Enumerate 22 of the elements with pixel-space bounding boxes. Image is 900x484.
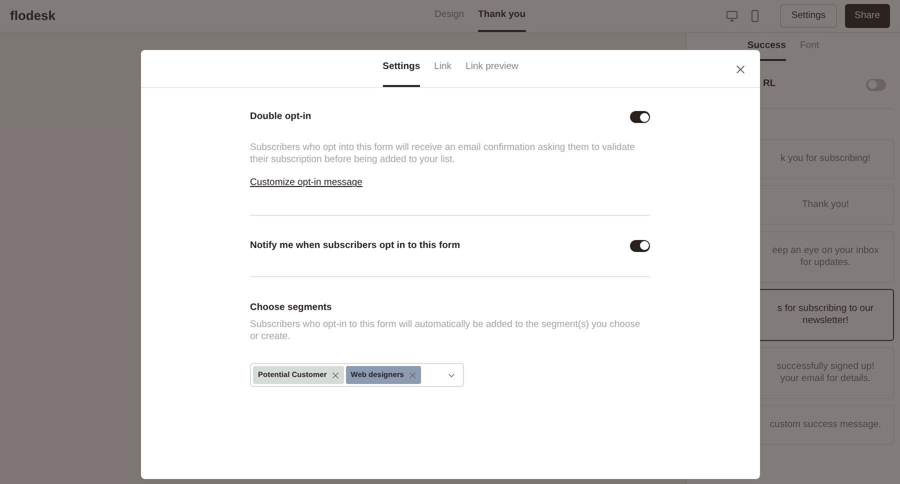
settings-button[interactable]: Settings [780, 4, 837, 28]
setting-title: Choose segments [250, 300, 333, 315]
setting-title: Double opt-in [250, 110, 312, 124]
url-label: RL [763, 77, 776, 92]
app-logo[interactable]: flodesk [10, 6, 250, 26]
customize-link[interactable]: Customize opt-in message [250, 176, 362, 190]
setting-description: Subscribers who opt-in to this form will automatically be added to the segment(s) you choose or create. [250, 319, 642, 343]
share-button[interactable]: Share [844, 4, 890, 28]
setting-description: Subscribers who opt into this form will receive an email confirmation asking them to validate their subscription before being added to your list. [250, 142, 636, 166]
chevron-down-icon[interactable] [448, 372, 455, 378]
remove-icon[interactable] [332, 372, 339, 378]
dialog-tab[interactable]: Link [434, 50, 452, 87]
dialog-tab[interactable]: Link preview [466, 50, 518, 87]
setting-title: Notify me when subscribers opt in to this form [250, 238, 460, 252]
toggle-switch[interactable] [630, 240, 650, 252]
mobile-icon[interactable] [750, 10, 760, 22]
toggle-switch[interactable] [630, 111, 650, 124]
close-icon[interactable] [736, 65, 745, 74]
desktop-icon[interactable] [726, 10, 738, 22]
remove-icon[interactable] [408, 372, 416, 378]
dialog-tab[interactable]: Settings [382, 50, 420, 87]
toggle-switch[interactable] [866, 78, 886, 90]
